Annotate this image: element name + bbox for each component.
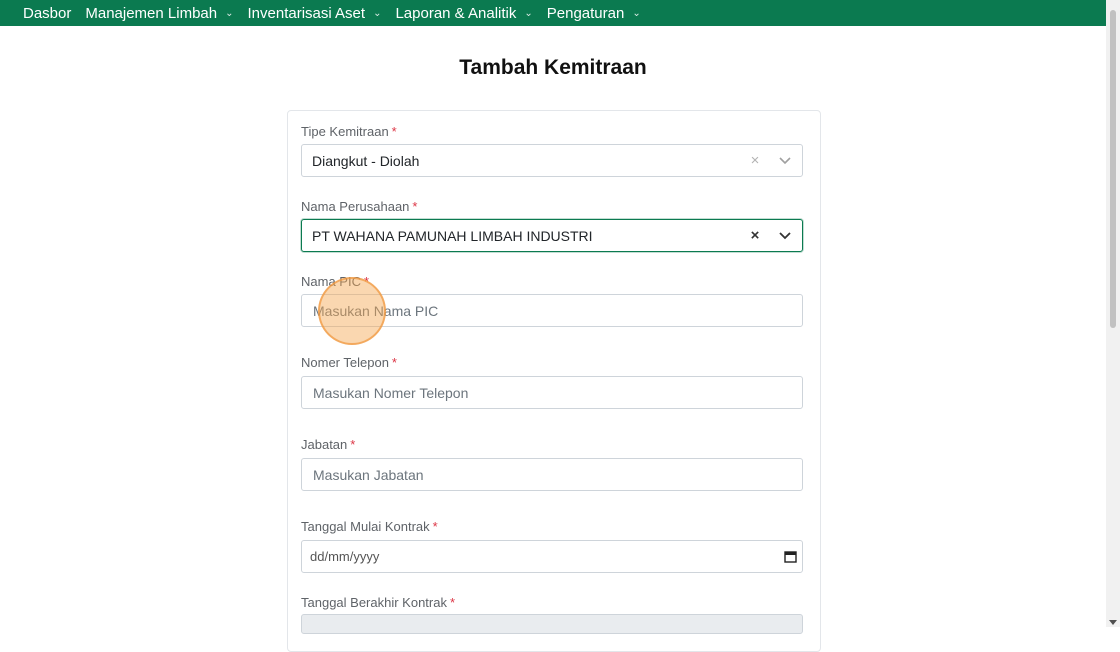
tipe-kemitraan-select[interactable]: Diangkut - Diolah ×: [301, 144, 803, 177]
chevron-down-icon: ⌄: [225, 7, 234, 19]
jabatan-input[interactable]: Masukan Jabatan: [301, 458, 803, 491]
required-marker: *: [449, 595, 456, 610]
nav-item-label: Laporan & Analitik: [395, 4, 517, 22]
nav-item-label: Dasbor: [23, 4, 72, 22]
nav-item-laporan-analitik[interactable]: Laporan & Analitik ⌄: [395, 5, 532, 22]
label-text: Jabatan: [301, 437, 348, 452]
tipe-kemitraan-value: Diangkut - Diolah: [312, 152, 420, 169]
nav-item-label: Manajemen Limbah: [85, 4, 218, 22]
nav-item-manajemen-limbah[interactable]: Manajemen Limbah ⌄: [85, 5, 233, 22]
nav-item-label: Pengaturan: [546, 4, 625, 22]
scroll-down-arrow-icon[interactable]: [1109, 620, 1117, 625]
jabatan-placeholder: Masukan Jabatan: [313, 466, 424, 483]
nav-item-pengaturan[interactable]: Pengaturan ⌄: [547, 5, 641, 22]
top-navbar: Dasbor Manajemen Limbah ⌄ Inventarisasi …: [0, 0, 1106, 26]
calendar-icon[interactable]: [784, 550, 798, 564]
nama-perusahaan-select[interactable]: PT WAHANA PAMUNAH LIMBAH INDUSTRI ×: [301, 219, 803, 252]
label-text: Nomer Telepon: [301, 355, 389, 370]
required-marker: *: [350, 437, 356, 452]
nomer-telepon-placeholder: Masukan Nomer Telepon: [313, 384, 469, 401]
chevron-down-icon[interactable]: [778, 231, 792, 240]
tanggal-mulai-label: Tanggal Mulai Kontrak *: [301, 519, 438, 534]
required-marker: *: [391, 355, 397, 370]
nomer-telepon-label: Nomer Telepon *: [301, 355, 397, 370]
label-text: Tanggal Berakhir Kontrak: [301, 595, 447, 610]
label-text: Nama Perusahaan: [301, 199, 410, 214]
click-indicator: [318, 277, 386, 345]
tanggal-mulai-placeholder: dd/mm/yyyy: [310, 549, 380, 564]
tipe-kemitraan-label: Tipe Kemitraan *: [301, 124, 397, 139]
chevron-down-icon: ⌄: [524, 7, 533, 19]
tanggal-mulai-date-input[interactable]: dd/mm/yyyy: [301, 540, 803, 573]
nomer-telepon-input[interactable]: Masukan Nomer Telepon: [301, 376, 803, 409]
chevron-down-icon: ⌄: [632, 7, 641, 19]
clear-icon[interactable]: ×: [748, 152, 762, 169]
tanggal-berakhir-date-input[interactable]: [301, 614, 803, 634]
jabatan-label: Jabatan *: [301, 437, 355, 452]
required-marker: *: [432, 519, 438, 534]
page-title: Tambah Kemitraan: [459, 56, 647, 79]
nav-item-label: Inventarisasi Aset: [247, 4, 366, 22]
label-text: Tipe Kemitraan: [301, 124, 389, 139]
required-marker: *: [412, 199, 418, 214]
required-marker: *: [391, 124, 397, 139]
chevron-down-icon: ⌄: [373, 7, 382, 19]
nav-item-inventarisasi-aset[interactable]: Inventarisasi Aset ⌄: [248, 5, 382, 22]
label-text: Tanggal Mulai Kontrak: [301, 519, 430, 534]
nama-perusahaan-label: Nama Perusahaan *: [301, 199, 417, 214]
nama-perusahaan-value: PT WAHANA PAMUNAH LIMBAH INDUSTRI: [312, 227, 593, 244]
scrollbar-thumb[interactable]: [1110, 10, 1116, 328]
tanggal-berakhir-label: Tanggal Berakhir Kontrak *: [301, 595, 455, 610]
chevron-down-icon[interactable]: [778, 156, 792, 165]
nav-item-dasbor[interactable]: Dasbor: [23, 5, 71, 22]
page-scrollbar[interactable]: [1106, 0, 1120, 627]
clear-icon[interactable]: ×: [748, 227, 762, 244]
